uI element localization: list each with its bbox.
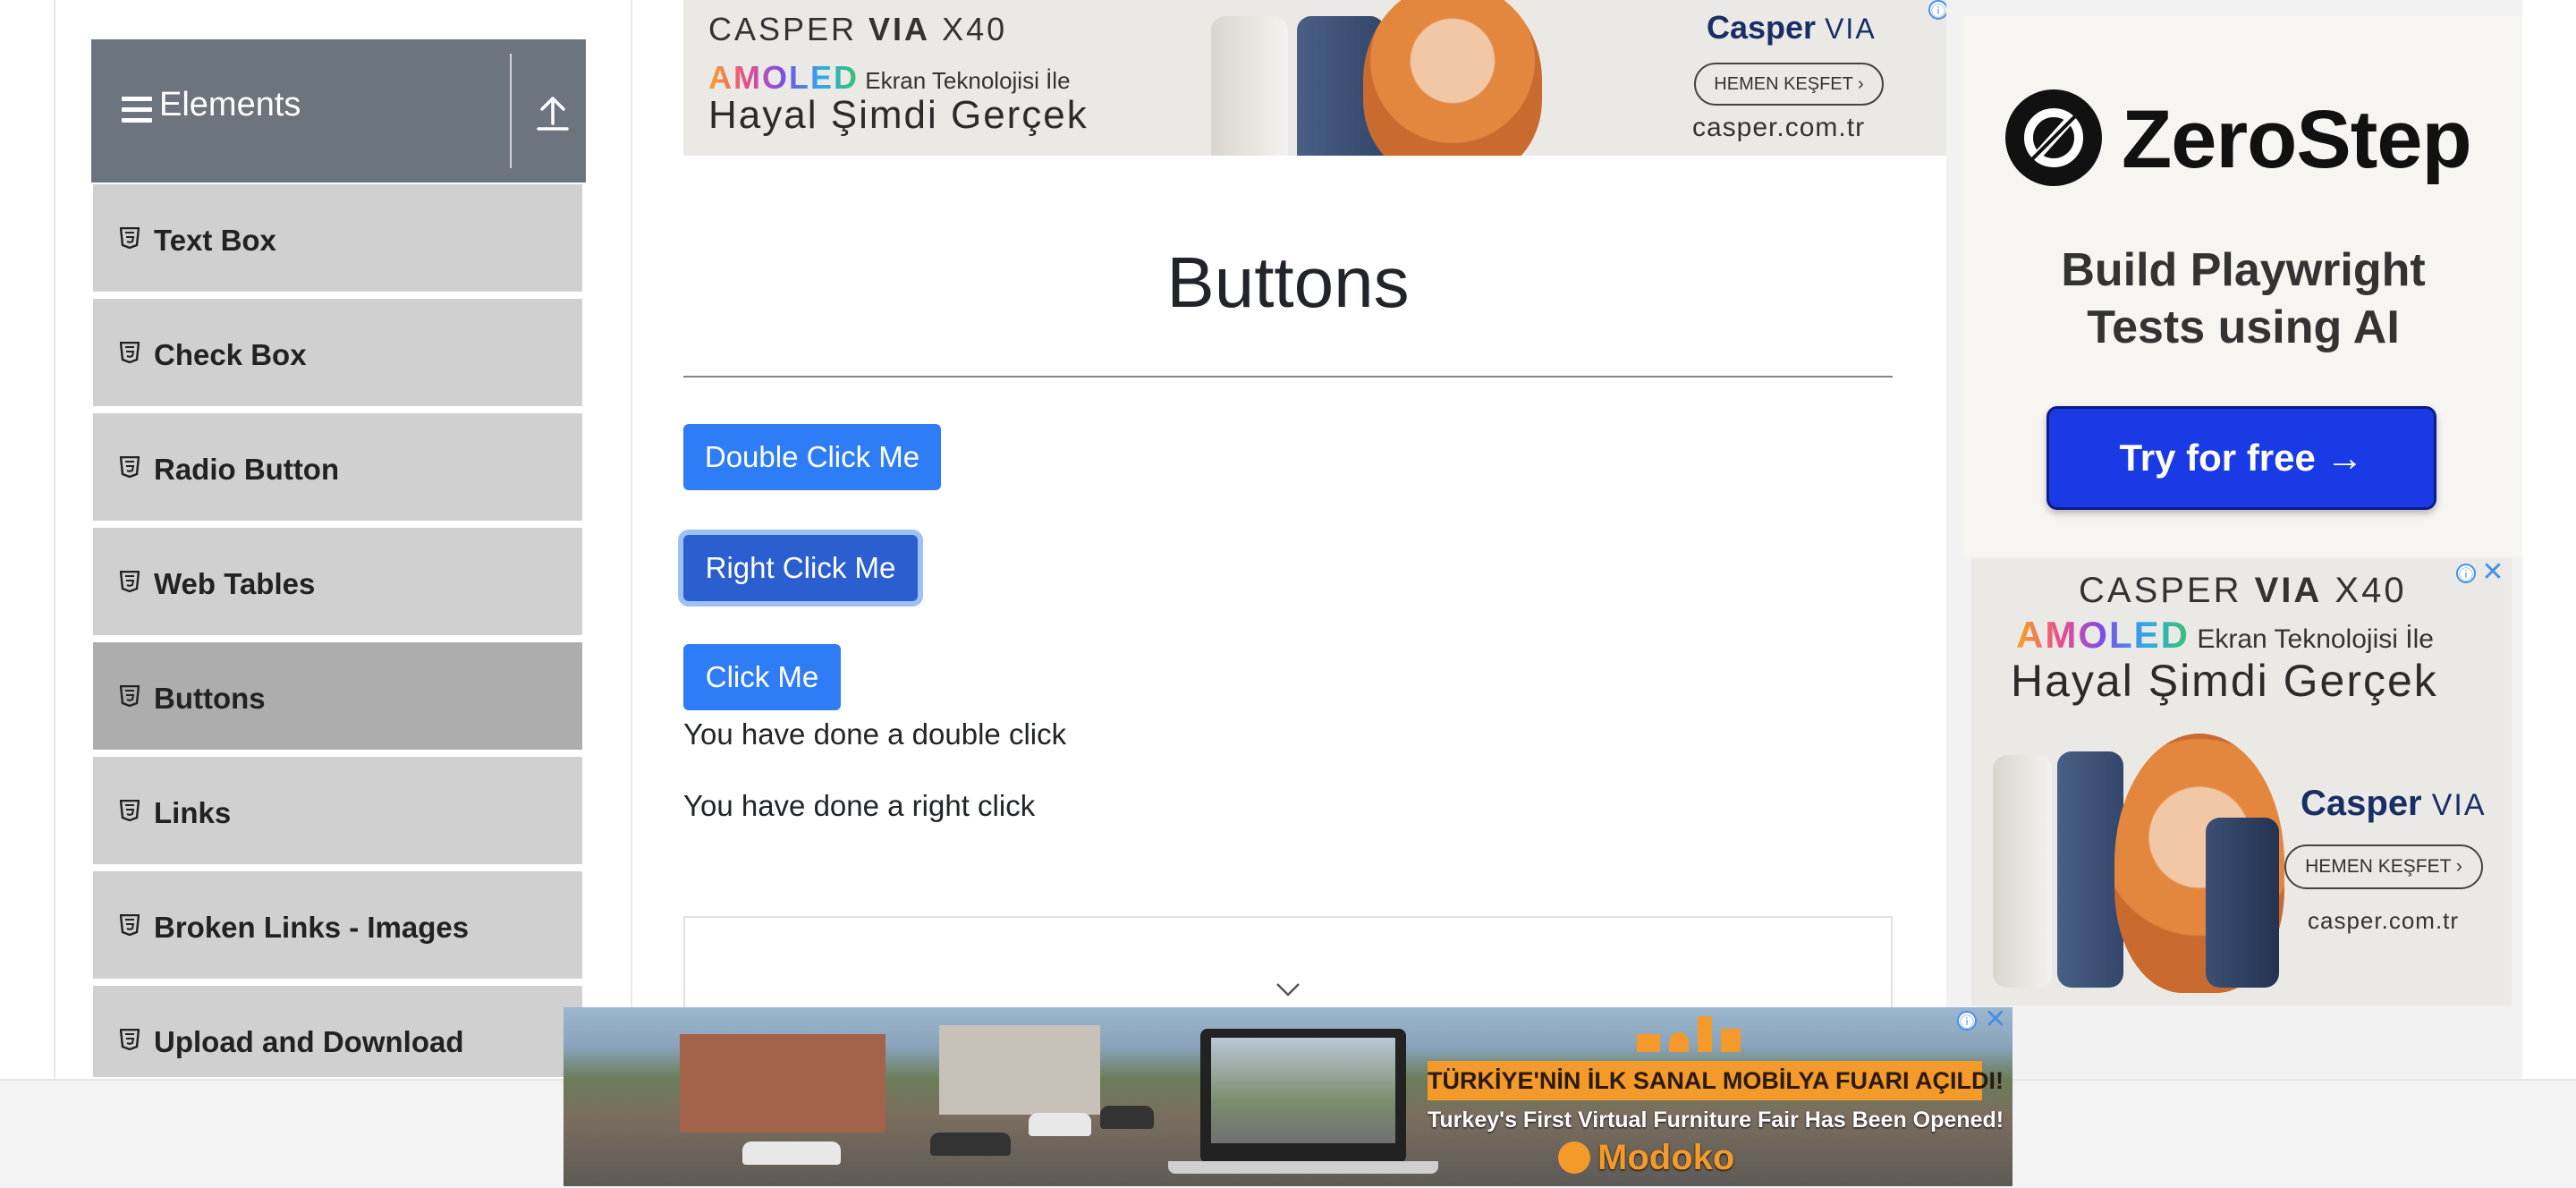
title-divider xyxy=(683,376,1893,378)
sidebar-item-upload-and-download[interactable]: Upload and Download xyxy=(91,984,584,1079)
phone-image xyxy=(1993,755,2052,988)
model-photo xyxy=(1363,0,1542,156)
storefront-image xyxy=(939,1025,1100,1115)
ad-info-icon[interactable]: ⓘ xyxy=(1957,1011,1977,1031)
furniture-icon xyxy=(1721,1029,1741,1052)
casper-side-ad[interactable]: CASPER VIA X40 AMOLED Ekran Teknolojisi … xyxy=(1971,558,2512,1006)
modoko-subline: Turkey's First Virtual Furniture Fair Ha… xyxy=(1428,1107,2004,1133)
html5-icon xyxy=(120,571,140,592)
sidebar-item-check-box[interactable]: Check Box xyxy=(91,297,584,408)
zerostep-tagline: Build Playwright Tests using AI xyxy=(2061,244,2426,353)
sidebar-item-links[interactable]: Links xyxy=(91,755,584,866)
furniture-icon xyxy=(1669,1032,1689,1052)
html5-icon xyxy=(120,342,140,363)
elements-group-header[interactable]: Elements xyxy=(91,39,586,182)
ad-model-line: CASPER VIA X40 xyxy=(2079,571,2407,610)
ad-slogan: Hayal Şimdi Gerçek xyxy=(708,93,1089,137)
ad-brand: Casper VIA xyxy=(2301,784,2487,823)
sidebar-item-broken-links-images[interactable]: Broken Links - Images xyxy=(91,870,584,980)
laptop-image xyxy=(1168,1029,1438,1174)
sidebar-item-label: Broken Links - Images xyxy=(154,911,470,944)
ad-cta-button[interactable]: HEMEN KEŞFET › xyxy=(1694,63,1884,106)
car-image xyxy=(1029,1113,1091,1136)
ad-model-line: CASPER VIA X40 xyxy=(708,11,1008,47)
modoko-logo-icon xyxy=(1558,1141,1590,1174)
header-divider xyxy=(510,54,512,168)
double-click-message: You have done a double click xyxy=(683,717,1067,751)
page-title: Buttons xyxy=(1166,242,1410,322)
ad-brand: Casper VIA xyxy=(1707,9,1877,46)
sidebar-item-radio-button[interactable]: Radio Button xyxy=(91,412,584,522)
sidebar-item-label: Upload and Download xyxy=(154,1025,464,1058)
sidebar-item-text-box[interactable]: Text Box xyxy=(91,182,584,293)
sidebar-item-web-tables[interactable]: Web Tables xyxy=(91,526,584,637)
casper-top-ad[interactable]: CASPER VIA X40 AMOLED Ekran Teknolojisi … xyxy=(683,0,1946,156)
ad-url: casper.com.tr xyxy=(2308,907,2460,934)
sidebar-item-label: Links xyxy=(154,796,232,829)
ad-close-icon[interactable]: ✕ xyxy=(2481,559,2504,586)
collapse-up-icon[interactable] xyxy=(535,91,571,134)
html5-icon xyxy=(120,456,140,478)
car-image xyxy=(930,1133,1011,1156)
sidebar-item-label: Buttons xyxy=(154,682,266,715)
zerostep-name: ZeroStep xyxy=(2122,94,2472,185)
car-image xyxy=(742,1141,841,1165)
right-click-message: You have done a right click xyxy=(683,789,1036,822)
try-for-free-button[interactable]: Try for free → xyxy=(2046,406,2436,510)
html5-icon xyxy=(120,1029,140,1050)
storefront-image xyxy=(680,1034,886,1133)
modoko-brand: Modoko xyxy=(1597,1138,1735,1177)
html5-icon xyxy=(120,227,140,249)
phone-image xyxy=(2057,751,2123,988)
sidebar-item-label: Web Tables xyxy=(154,567,316,600)
sidebar-item-label: Text Box xyxy=(154,224,276,257)
group-title: Elements xyxy=(159,86,301,123)
sidebar-item-label: Check Box xyxy=(154,338,307,371)
ad-url: casper.com.tr xyxy=(1692,113,1866,142)
car-image xyxy=(1100,1106,1154,1129)
sidebar-item-buttons[interactable]: Buttons xyxy=(91,641,584,751)
furniture-icon xyxy=(1698,1016,1712,1052)
zerostep-logo-icon xyxy=(2005,89,2102,186)
modoko-bottom-ad[interactable]: TÜRKİYE'NİN İLK SANAL MOBİLYA FUARI AÇIL… xyxy=(564,1007,2012,1186)
ad-cta-button[interactable]: HEMEN KEŞFET › xyxy=(2284,844,2483,889)
chevron-down-icon[interactable] xyxy=(1275,980,1301,998)
html5-icon xyxy=(120,914,140,936)
ad-info-icon[interactable]: ⓘ xyxy=(1928,0,1948,20)
ad-info-icon[interactable]: ⓘ xyxy=(2456,564,2476,583)
click-me-button[interactable]: Click Me xyxy=(683,644,841,710)
phone-image xyxy=(2206,818,2279,988)
hamburger-icon xyxy=(122,97,152,123)
ad-slogan: Hayal Şimdi Gerçek xyxy=(2011,656,2438,706)
furniture-icon xyxy=(1637,1034,1660,1052)
modoko-headline: TÜRKİYE'NİN İLK SANAL MOBİLYA FUARI AÇIL… xyxy=(1428,1061,2004,1100)
phone-image xyxy=(1211,16,1288,156)
ad-close-icon[interactable]: ✕ xyxy=(1984,1006,2007,1033)
html5-icon xyxy=(120,685,140,707)
right-click-button[interactable]: Right Click Me xyxy=(683,535,918,601)
ad-amoled-line: AMOLED Ekran Teknolojisi İle xyxy=(708,59,1071,96)
double-click-button[interactable]: Double Click Me xyxy=(683,424,941,490)
ad-amoled-line: AMOLED Ekran Teknolojisi İle xyxy=(2016,614,2434,656)
sidebar-item-label: Radio Button xyxy=(154,453,340,486)
html5-icon xyxy=(120,800,140,821)
zerostep-ad[interactable]: ZeroStep Build Playwright Tests using AI … xyxy=(1964,16,2522,556)
